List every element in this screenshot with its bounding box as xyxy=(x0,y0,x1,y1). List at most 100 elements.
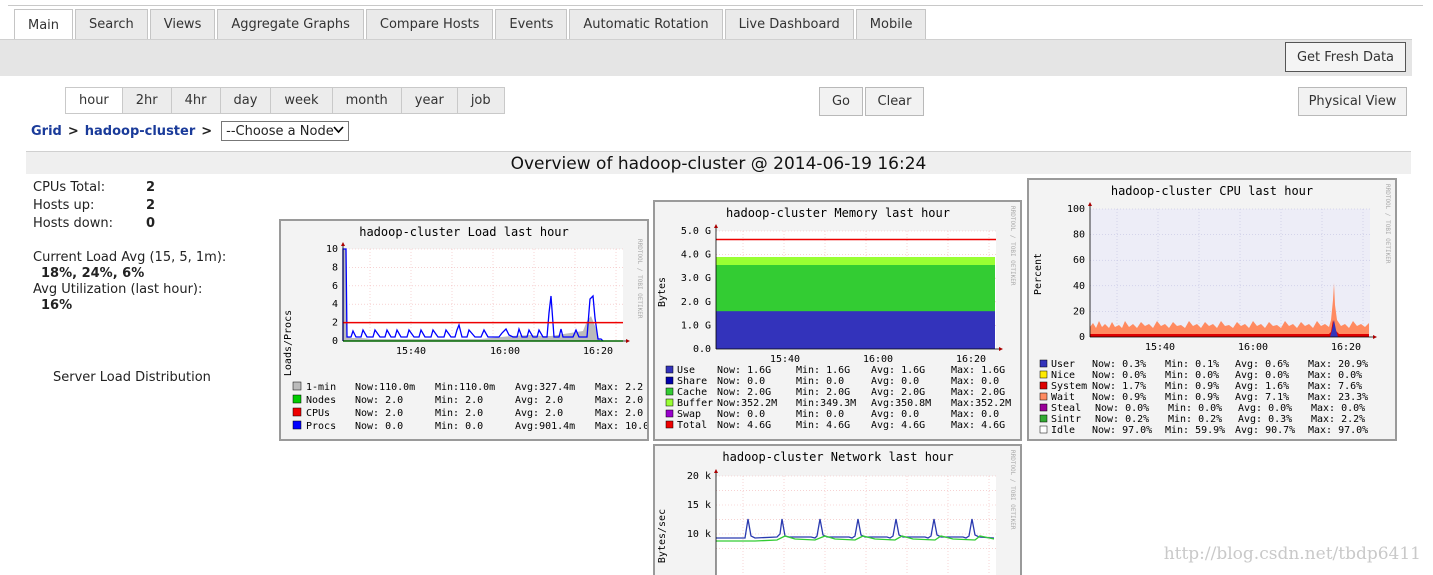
range-month[interactable]: month xyxy=(331,87,402,114)
cpu-ytick: 80 xyxy=(1073,230,1085,241)
legend-avg: Avg: 0.0% xyxy=(1238,403,1292,414)
load-xtick: 16:00 xyxy=(490,346,520,357)
range-week[interactable]: week xyxy=(270,87,333,114)
breadcrumb-separator: > xyxy=(67,123,79,139)
load-summary: Current Load Avg (15, 5, 1m): 18%, 24%, … xyxy=(33,250,226,314)
legend-avg: Avg: 0.0 xyxy=(871,376,919,387)
cpus-total-label: CPUs Total: xyxy=(33,180,106,195)
range-4hr[interactable]: 4hr xyxy=(170,87,221,114)
legend-avg: Avg: 0.3% xyxy=(1238,414,1292,425)
network-ytick: 10 k xyxy=(687,529,711,540)
legend-swatch xyxy=(292,381,302,391)
legend-name: Swap xyxy=(677,409,701,420)
load-xtick: 16:20 xyxy=(583,346,613,357)
hosts-down-value: 0 xyxy=(146,216,156,231)
legend-now: Now: 0.0 xyxy=(355,421,403,432)
legend-name: CPUs xyxy=(306,408,330,419)
legend-name: Sintr xyxy=(1051,414,1081,425)
memory-ytick: 4.0 G xyxy=(681,250,711,261)
legend-swatch xyxy=(292,394,302,404)
memory-use-area xyxy=(716,311,995,349)
memory-graph[interactable]: hadoop-cluster Memory last hour Bytes RR… xyxy=(653,200,1022,441)
main-tabs: Main Search Views Aggregate Graphs Compa… xyxy=(14,9,928,40)
load-ytick: 0 xyxy=(332,336,338,347)
top-border xyxy=(8,5,1423,6)
legend-min: Min:349.3M xyxy=(796,398,856,409)
legend-swatch xyxy=(1039,392,1048,401)
legend-max: Max: 2.0 xyxy=(595,408,643,419)
memory-xtick: 16:00 xyxy=(863,354,893,365)
cpu-ytick: 40 xyxy=(1073,281,1085,292)
memory-cache-area xyxy=(716,265,995,312)
legend-swatch xyxy=(665,376,674,385)
legend-swatch xyxy=(665,398,674,407)
legend-name: Steal xyxy=(1051,403,1081,414)
tab-search[interactable]: Search xyxy=(75,9,148,39)
cluster-stats: CPUs Total: 2 Hosts up: 2 Hosts down: 0 xyxy=(33,179,155,233)
legend-now: Now: 0.0 xyxy=(717,376,765,387)
time-range-selector: hour 2hr 4hr day week month year job xyxy=(65,87,505,114)
load-ytick: 8 xyxy=(332,262,338,273)
range-day[interactable]: day xyxy=(219,87,272,114)
legend-max: Max: 2.2% xyxy=(1311,414,1365,425)
load-graph[interactable]: hadoop-cluster Load last hour Loads/Proc… xyxy=(279,219,649,441)
legend-max: Max: 23.3% xyxy=(1308,392,1368,403)
cpu-ytick: 100 xyxy=(1067,204,1085,215)
network-ytick: 20 k xyxy=(687,471,711,482)
legend-max: Max: 0.0 xyxy=(951,376,999,387)
load-graph-title: hadoop-cluster Load last hour xyxy=(359,225,569,239)
legend-now: Now:110.0m xyxy=(355,382,415,393)
range-hour[interactable]: hour xyxy=(65,87,123,114)
tab-live-dashboard[interactable]: Live Dashboard xyxy=(724,9,854,39)
network-graph[interactable]: hadoop-cluster Network last hour Bytes/s… xyxy=(653,444,1022,575)
physical-view-button[interactable]: Physical View xyxy=(1298,87,1407,116)
memory-xtick: 15:40 xyxy=(770,354,800,365)
get-fresh-data-button[interactable]: Get Fresh Data xyxy=(1285,42,1406,72)
network-graph-title: hadoop-cluster Network last hour xyxy=(722,450,953,464)
legend-min: Min: 0.0 xyxy=(796,409,844,420)
legend-name: Procs xyxy=(306,421,336,432)
cpus-total-value: 2 xyxy=(146,180,156,195)
go-button[interactable]: Go xyxy=(819,87,863,116)
legend-min: Min:110.0m xyxy=(435,382,495,393)
legend-avg: Avg: 2.0 xyxy=(515,408,563,419)
rrdtool-credit: RRDTOOL / TOBI OETIKER xyxy=(1009,450,1016,530)
breadcrumb-grid-link[interactable]: Grid xyxy=(31,124,62,139)
legend-avg: Avg: 0.0% xyxy=(1235,370,1289,381)
legend-swatch xyxy=(1039,403,1048,412)
legend-now: Now: 2.0 xyxy=(355,408,403,419)
range-2hr[interactable]: 2hr xyxy=(121,87,172,114)
load-ytick: 4 xyxy=(332,299,338,310)
legend-avg: Avg: 0.0 xyxy=(871,409,919,420)
clear-button[interactable]: Clear xyxy=(865,87,924,116)
memory-graph-title: hadoop-cluster Memory last hour xyxy=(726,206,950,220)
range-year[interactable]: year xyxy=(400,87,458,114)
legend-now: Now:352.2M xyxy=(717,398,777,409)
tab-main[interactable]: Main xyxy=(14,9,74,40)
cpu-graph[interactable]: hadoop-cluster CPU last hour Percent RRD… xyxy=(1027,178,1397,441)
chevron-down-icon xyxy=(333,126,344,137)
tab-compare-hosts[interactable]: Compare Hosts xyxy=(365,9,494,39)
avg-utilization-label: Avg Utilization (last hour): xyxy=(33,282,203,297)
legend-avg: Avg:350.8M xyxy=(871,398,931,409)
load-xtick: 15:40 xyxy=(396,346,426,357)
node-select[interactable]: --Choose a Node xyxy=(221,121,350,141)
legend-min: Min: 2.0 xyxy=(435,408,483,419)
legend-now: Now: 2.0 xyxy=(355,395,403,406)
avg-utilization-value: 16% xyxy=(41,298,73,313)
tab-views[interactable]: Views xyxy=(149,9,216,39)
tab-mobile[interactable]: Mobile xyxy=(855,9,927,39)
legend-max: Max: 97.0% xyxy=(1308,425,1368,436)
breadcrumb-cluster-link[interactable]: hadoop-cluster xyxy=(85,124,196,139)
tab-automatic-rotation[interactable]: Automatic Rotation xyxy=(569,9,723,39)
cpu-graph-title: hadoop-cluster CPU last hour xyxy=(1111,184,1313,198)
cpu-xtick: 16:00 xyxy=(1238,342,1268,353)
load-ytick: 2 xyxy=(332,318,338,329)
tab-aggregate-graphs[interactable]: Aggregate Graphs xyxy=(217,9,364,39)
tab-events[interactable]: Events xyxy=(495,9,568,39)
legend-max: Max: 20.9% xyxy=(1308,359,1368,370)
legend-swatch xyxy=(1039,425,1048,434)
legend-max: Max: 10.0 xyxy=(595,421,647,432)
range-job[interactable]: job xyxy=(456,87,505,114)
legend-swatch xyxy=(1039,370,1048,379)
